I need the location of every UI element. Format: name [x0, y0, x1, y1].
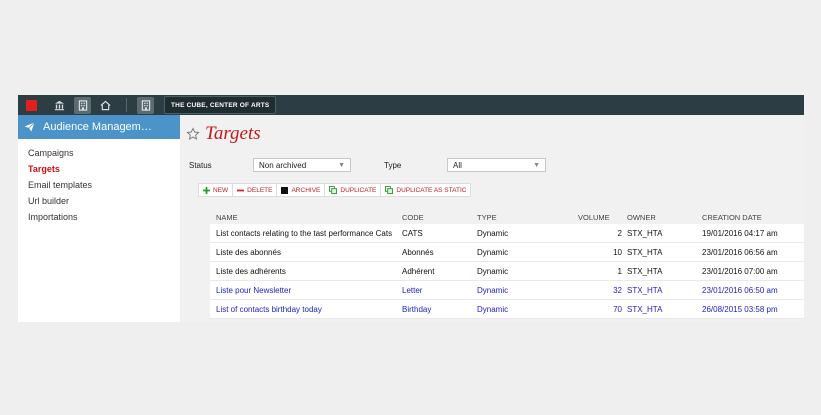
- new-button-label: NEW: [213, 186, 229, 194]
- cell-creation-date: 26/08/2015 03:58 pm: [702, 304, 778, 314]
- type-filter-label: Type: [384, 160, 402, 170]
- table-header: NAME CODE TYPE VOLUME OWNER CREATION DAT…: [210, 210, 804, 224]
- delete-button-label: DELETE: [247, 186, 273, 194]
- table-row[interactable]: Liste des adhérents Adhérent Dynamic 1 S…: [210, 262, 804, 281]
- cell-creation-date: 23/01/2016 06:56 am: [702, 247, 778, 257]
- organization-selector[interactable]: THE CUBE, CENTER OF ARTS: [164, 96, 277, 114]
- sidebar-header[interactable]: Audience Managem…: [18, 115, 180, 139]
- sidebar-menu: Campaigns Targets Email templates Url bu…: [18, 145, 180, 225]
- cell-type: Dynamic: [477, 266, 509, 276]
- cell-name: Liste des abonnés: [216, 247, 281, 257]
- table-row[interactable]: List contacts relating to the tast perfo…: [210, 224, 804, 243]
- cell-creation-date: 23/01/2016 06:50 am: [702, 285, 778, 295]
- cell-creation-date: 23/01/2016 07:00 am: [702, 266, 778, 276]
- building-icon[interactable]: [74, 96, 91, 114]
- cell-owner: STX_HTA: [627, 304, 663, 314]
- favorite-star-icon[interactable]: [186, 127, 200, 141]
- brand-logo[interactable]: [26, 99, 37, 111]
- cell-type: Dynamic: [477, 228, 509, 238]
- app-window: THE CUBE, CENTER OF ARTS Audience Manage…: [18, 95, 804, 322]
- column-header-type[interactable]: TYPE: [477, 210, 497, 224]
- cell-name: Liste des adhérents: [216, 266, 286, 276]
- column-header-owner[interactable]: OWNER: [627, 210, 656, 224]
- sidebar-item-campaigns[interactable]: Campaigns: [18, 145, 180, 161]
- delete-button[interactable]: DELETE: [233, 184, 278, 196]
- cell-volume: 1: [617, 266, 622, 276]
- duplicate-button[interactable]: DUPLICATE: [325, 184, 382, 196]
- cell-owner: STX_HTA: [627, 266, 663, 276]
- chevron-down-icon: ▼: [533, 161, 540, 169]
- table-row[interactable]: Liste des abonnés Abonnés Dynamic 10 STX…: [210, 243, 804, 262]
- building-icon[interactable]: [137, 96, 154, 114]
- archive-button-label: ARCHIVE: [291, 186, 321, 194]
- column-header-name[interactable]: NAME: [216, 210, 238, 224]
- status-select[interactable]: Non archived ▼: [253, 158, 351, 172]
- type-select[interactable]: All ▼: [447, 158, 546, 172]
- column-header-code[interactable]: CODE: [402, 210, 424, 224]
- archive-button[interactable]: ARCHIVE: [277, 184, 326, 196]
- sidebar-item-importations[interactable]: Importations: [18, 209, 180, 225]
- cell-type: Dynamic: [477, 304, 509, 314]
- cell-type: Dynamic: [477, 285, 509, 295]
- cell-code: Letter: [402, 285, 423, 295]
- table-row[interactable]: List of contacts birthday today Birthday…: [210, 300, 804, 319]
- cell-owner: STX_HTA: [627, 285, 663, 295]
- page-title: Targets: [205, 123, 261, 144]
- duplicate-as-static-button-label: DUPLICATE AS STATIC: [396, 186, 467, 194]
- sidebar-item-email-templates[interactable]: Email templates: [18, 177, 180, 193]
- cell-owner: STX_HTA: [627, 228, 663, 238]
- cell-name: List contacts relating to the tast perfo…: [216, 228, 393, 238]
- cell-volume: 2: [617, 228, 622, 238]
- targets-table: NAME CODE TYPE VOLUME OWNER CREATION DAT…: [210, 210, 804, 319]
- cell-type: Dynamic: [477, 247, 509, 257]
- table-row[interactable]: Liste pour Newsletter Letter Dynamic 32 …: [210, 281, 804, 300]
- sidebar: Audience Managem… Campaigns Targets Emai…: [18, 115, 180, 322]
- filter-bar: Status Non archived ▼ Type All ▼: [189, 158, 546, 172]
- cell-volume: 70: [613, 304, 622, 314]
- column-header-volume[interactable]: VOLUME: [578, 210, 610, 224]
- institution-icon[interactable]: [51, 97, 68, 114]
- duplicate-button-label: DUPLICATE: [340, 186, 377, 194]
- cell-code: Adhérent: [402, 266, 435, 276]
- minus-icon: [237, 187, 245, 194]
- sidebar-header-label: Audience Managem…: [43, 121, 152, 133]
- status-filter-label: Status: [189, 160, 212, 170]
- duplicate-as-static-button[interactable]: DUPLICATE AS STATIC: [381, 184, 470, 196]
- chevron-down-icon: ▼: [338, 161, 345, 169]
- cell-volume: 32: [613, 285, 622, 295]
- cell-code: CATS: [402, 228, 423, 238]
- type-select-value: All: [453, 160, 462, 170]
- paper-plane-icon: [24, 122, 35, 132]
- page-header: Targets: [186, 123, 261, 145]
- sidebar-item-url-builder[interactable]: Url builder: [18, 193, 180, 209]
- plus-icon: [203, 186, 210, 194]
- cell-code: Birthday: [402, 304, 432, 314]
- sidebar-item-targets[interactable]: Targets: [18, 161, 180, 177]
- column-header-creation-date[interactable]: CREATION DATE: [702, 210, 762, 224]
- new-button[interactable]: NEW: [199, 184, 234, 196]
- top-bar: THE CUBE, CENTER OF ARTS: [18, 95, 804, 115]
- cell-creation-date: 19/01/2016 04:17 am: [702, 228, 778, 238]
- status-select-value: Non archived: [259, 160, 307, 170]
- cell-owner: STX_HTA: [627, 247, 663, 257]
- cell-code: Abonnés: [402, 247, 434, 257]
- action-toolbar: NEW DELETE ARCHIVE DUPLICATE DUPLICATE A…: [198, 183, 472, 197]
- toolbar-divider: [126, 98, 127, 112]
- duplicate-icon: [385, 186, 394, 194]
- main-content: Targets Status Non archived ▼ Type All ▼…: [180, 115, 804, 322]
- cell-name: Liste pour Newsletter: [216, 285, 292, 295]
- home-icon[interactable]: [97, 97, 114, 114]
- archive-icon: [281, 186, 289, 194]
- duplicate-icon: [329, 186, 338, 194]
- cell-volume: 10: [613, 247, 622, 257]
- cell-name: List of contacts birthday today: [216, 304, 322, 314]
